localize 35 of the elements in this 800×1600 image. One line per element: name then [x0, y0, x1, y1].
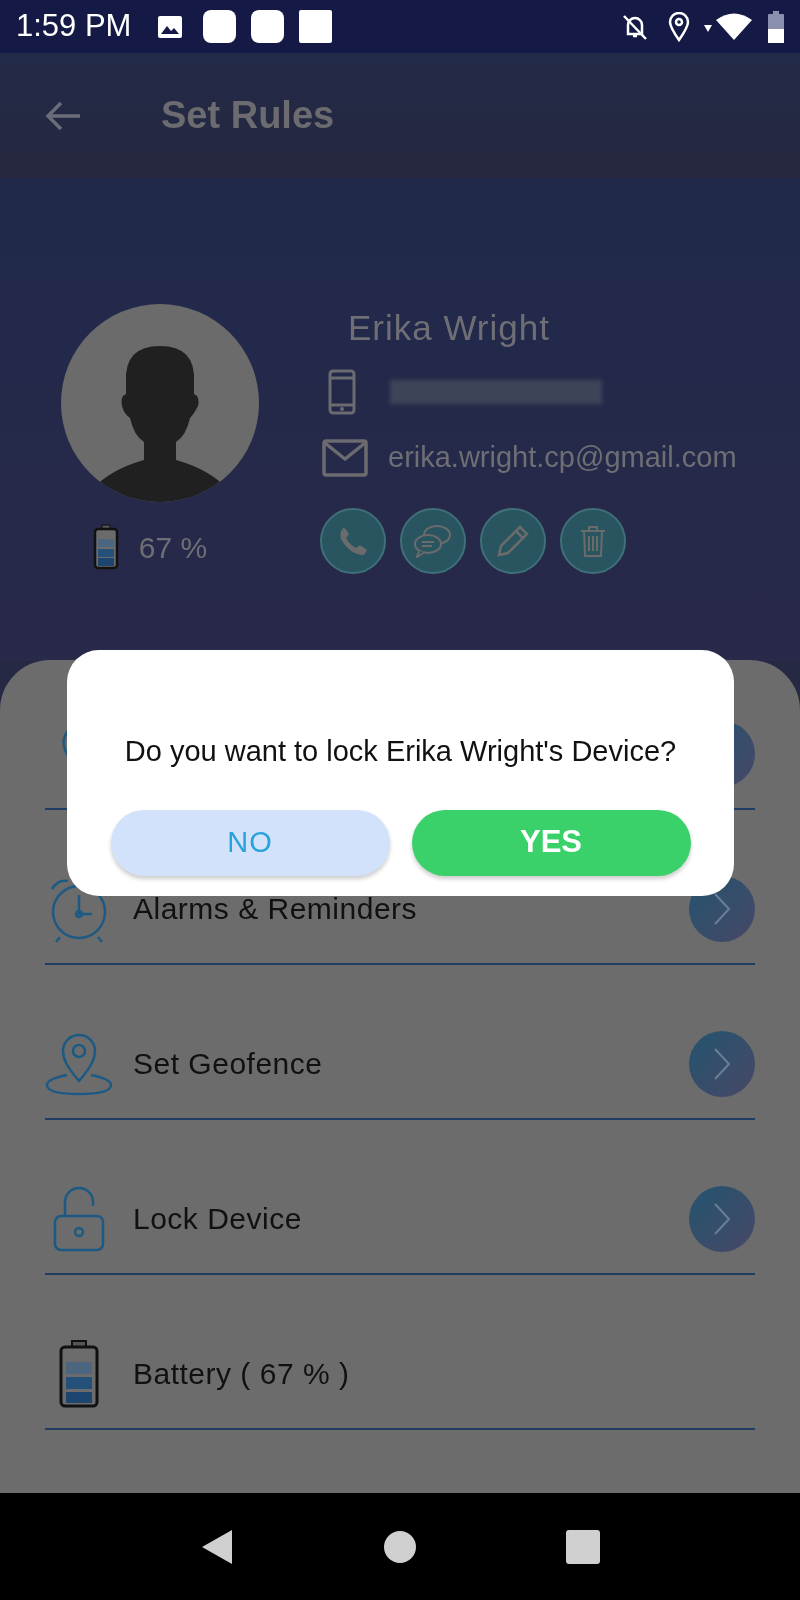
image-icon — [157, 14, 184, 39]
no-button[interactable]: NO — [110, 809, 390, 876]
map-pin-icon — [45, 1031, 113, 1097]
app-notification-icon — [251, 10, 285, 43]
chevron-right-icon — [712, 1202, 732, 1236]
recents-nav-icon[interactable] — [566, 1529, 600, 1564]
battery-icon — [92, 524, 119, 570]
screen-title: Set Rules — [161, 93, 335, 138]
app-notification-icon — [203, 10, 237, 43]
mail-icon — [322, 439, 368, 477]
rule-label: Battery ( 67 % ) — [133, 1356, 351, 1392]
padlock-icon — [53, 1186, 105, 1252]
phone-icon — [328, 369, 356, 415]
rule-label: Lock Device — [133, 1201, 303, 1237]
wifi-icon — [704, 12, 752, 41]
location-icon — [668, 11, 690, 42]
app-notification-icon — [299, 10, 333, 43]
back-arrow-icon[interactable] — [44, 99, 82, 132]
chevron-right-icon — [712, 1047, 732, 1081]
battery-icon — [768, 10, 784, 43]
trash-icon — [579, 524, 607, 558]
status-time: 1:59 PM — [16, 7, 132, 46]
yes-button[interactable]: YES — [411, 809, 691, 876]
rule-label: Alarms & Reminders — [133, 891, 419, 927]
contact-name: Erika Wright — [348, 307, 551, 349]
home-nav-icon[interactable] — [384, 1530, 416, 1563]
back-nav-icon[interactable] — [200, 1527, 234, 1566]
contact-email: erika.wright.cp@gmail.com — [388, 440, 737, 476]
chevron-right-icon — [712, 892, 732, 926]
battery-icon — [59, 1340, 99, 1408]
pencil-icon — [496, 524, 530, 558]
chat-bubbles-icon — [413, 524, 453, 558]
battery-percentage: 67 % — [138, 529, 208, 566]
rule-label: Set Geofence — [133, 1046, 324, 1082]
dialog-message: Do you want to lock Erika Wright's Device? — [124, 734, 677, 769]
